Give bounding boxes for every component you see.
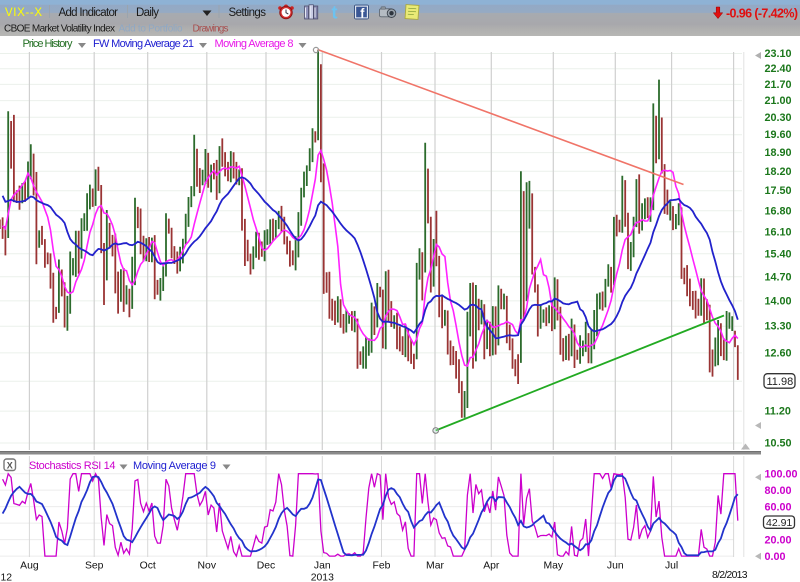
svg-text:21.00: 21.00 (765, 95, 792, 107)
svg-text:42.91: 42.91 (766, 517, 792, 529)
svg-text:Add to Portfolio: Add to Portfolio (119, 24, 183, 35)
svg-text:Price History: Price History (23, 38, 74, 50)
svg-text:Moving Average 9: Moving Average 9 (133, 460, 216, 472)
svg-text:60.00: 60.00 (765, 502, 792, 514)
svg-text:Nov: Nov (198, 561, 217, 572)
svg-text:12.60: 12.60 (765, 347, 792, 359)
svg-text:Sep: Sep (85, 561, 104, 572)
svg-text:Drawings: Drawings (193, 24, 229, 35)
svg-text:Daily: Daily (136, 7, 159, 19)
svg-text:14.70: 14.70 (765, 271, 792, 283)
svg-text:16.10: 16.10 (765, 226, 792, 238)
svg-text:19.60: 19.60 (765, 129, 792, 141)
svg-text:CBOE Market Volatility Index: CBOE Market Volatility Index (4, 24, 115, 35)
svg-text:22.40: 22.40 (765, 63, 792, 75)
svg-text:17.50: 17.50 (765, 185, 792, 197)
svg-text:23.10: 23.10 (765, 48, 792, 60)
svg-text:Add Indicator: Add Indicator (59, 7, 119, 19)
svg-text:Stochastics RSI 14: Stochastics RSI 14 (29, 460, 116, 472)
svg-text:May: May (543, 561, 563, 572)
svg-text:21.70: 21.70 (765, 79, 792, 91)
svg-text:18.20: 18.20 (765, 166, 792, 178)
svg-text:Apr: Apr (483, 561, 500, 572)
svg-text:Aug: Aug (20, 561, 39, 572)
svg-text:12: 12 (1, 573, 13, 582)
svg-text:Jun: Jun (607, 561, 624, 572)
svg-text:Feb: Feb (373, 561, 391, 572)
svg-text:X: X (7, 461, 13, 471)
svg-text:-0.96 (-7.42%): -0.96 (-7.42%) (726, 7, 798, 21)
svg-text:20.30: 20.30 (765, 112, 792, 124)
svg-text:11.20: 11.20 (765, 406, 791, 418)
svg-text:VIX--X: VIX--X (5, 7, 42, 19)
svg-text:Moving Average 8: Moving Average 8 (215, 38, 294, 50)
svg-text:8/2/2013: 8/2/2013 (712, 570, 748, 581)
svg-text:Dec: Dec (257, 561, 275, 572)
svg-text:Settings: Settings (229, 7, 267, 19)
svg-text:80.00: 80.00 (765, 485, 792, 497)
svg-text:0.00: 0.00 (765, 551, 786, 563)
svg-text:10.50: 10.50 (765, 438, 792, 450)
svg-text:18.90: 18.90 (765, 147, 792, 159)
svg-text:100.00: 100.00 (765, 469, 798, 481)
svg-text:FW Moving Average 21: FW Moving Average 21 (93, 38, 194, 50)
svg-text:11.98: 11.98 (767, 376, 794, 388)
svg-text:Oct: Oct (140, 561, 156, 572)
svg-text:15.40: 15.40 (765, 248, 792, 260)
svg-text:13.30: 13.30 (765, 321, 792, 333)
svg-text:Mar: Mar (426, 561, 444, 572)
svg-text:16.80: 16.80 (765, 205, 792, 217)
svg-text:2013: 2013 (311, 573, 334, 582)
svg-text:Jan: Jan (314, 561, 331, 572)
svg-text:14.00: 14.00 (765, 295, 792, 307)
svg-text:Jul: Jul (665, 561, 678, 572)
svg-text:t: t (332, 3, 338, 23)
svg-text:20.00: 20.00 (765, 535, 792, 547)
